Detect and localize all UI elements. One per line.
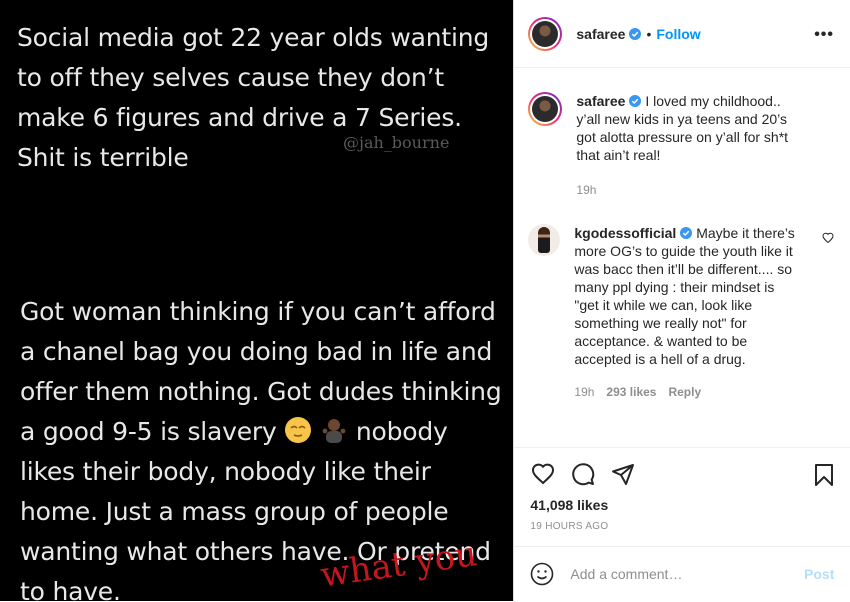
post-header: safaree • Follow ••• — [514, 0, 850, 68]
actions-bar: 41,098 likes 19 HOURS AGO — [514, 447, 850, 532]
comment-text: Maybe it there’s more OG’s to guide the … — [574, 225, 795, 367]
person-shrugging-emoji-icon — [322, 419, 346, 443]
more-options-button[interactable]: ••• — [814, 26, 834, 44]
header-separator: • — [646, 25, 652, 42]
header-username[interactable]: safaree — [576, 26, 625, 42]
add-comment-bar: Add a comment… Post — [514, 546, 850, 602]
comment-bubble-icon[interactable] — [570, 462, 596, 486]
comment-avatar[interactable] — [528, 224, 561, 256]
post-image[interactable]: Social media got 22 year olds wanting to… — [0, 0, 514, 601]
avatar[interactable] — [528, 16, 563, 51]
verified-badge-icon — [629, 27, 642, 40]
post-sidebar: safaree • Follow ••• safaree I loved my … — [513, 0, 850, 601]
relieved-face-emoji-icon — [285, 417, 312, 443]
comments-list: safaree I loved my childhood.. y’all new… — [528, 92, 834, 401]
verified-badge-icon — [629, 95, 642, 107]
comment-like-heart-icon[interactable] — [822, 232, 834, 244]
post-timestamp[interactable]: 19 HOURS AGO — [530, 521, 608, 532]
comment-likes[interactable]: 293 likes — [606, 385, 656, 399]
caption: safaree I loved my childhood.. y’all new… — [528, 92, 834, 199]
follow-button[interactable]: Follow — [656, 26, 700, 42]
comment-time[interactable]: 19h — [574, 385, 594, 399]
save-bookmark-icon[interactable] — [812, 462, 836, 488]
likes-count[interactable]: 41,098 likes — [530, 497, 608, 513]
verified-badge-icon — [680, 227, 693, 239]
comment-username[interactable]: kgodessofficial — [574, 225, 676, 241]
comment-input[interactable]: Add a comment… — [570, 566, 682, 582]
share-paper-plane-icon[interactable] — [610, 462, 636, 486]
reply-button[interactable]: Reply — [668, 385, 701, 399]
post-comment-button[interactable]: Post — [804, 566, 834, 582]
comment-item: kgodessofficial Maybe it there’s more OG… — [528, 224, 834, 401]
instagram-post: Social media got 22 year olds wanting to… — [0, 0, 850, 601]
caption-username[interactable]: safaree — [576, 93, 625, 109]
image-watermark: @jah_bourne — [343, 133, 450, 152]
like-heart-icon[interactable] — [530, 462, 556, 486]
caption-avatar[interactable] — [528, 92, 563, 126]
image-text-top: Social media got 22 year olds wanting to… — [17, 23, 490, 172]
emoji-smiley-icon[interactable] — [530, 562, 554, 586]
caption-time[interactable]: 19h — [576, 183, 596, 197]
